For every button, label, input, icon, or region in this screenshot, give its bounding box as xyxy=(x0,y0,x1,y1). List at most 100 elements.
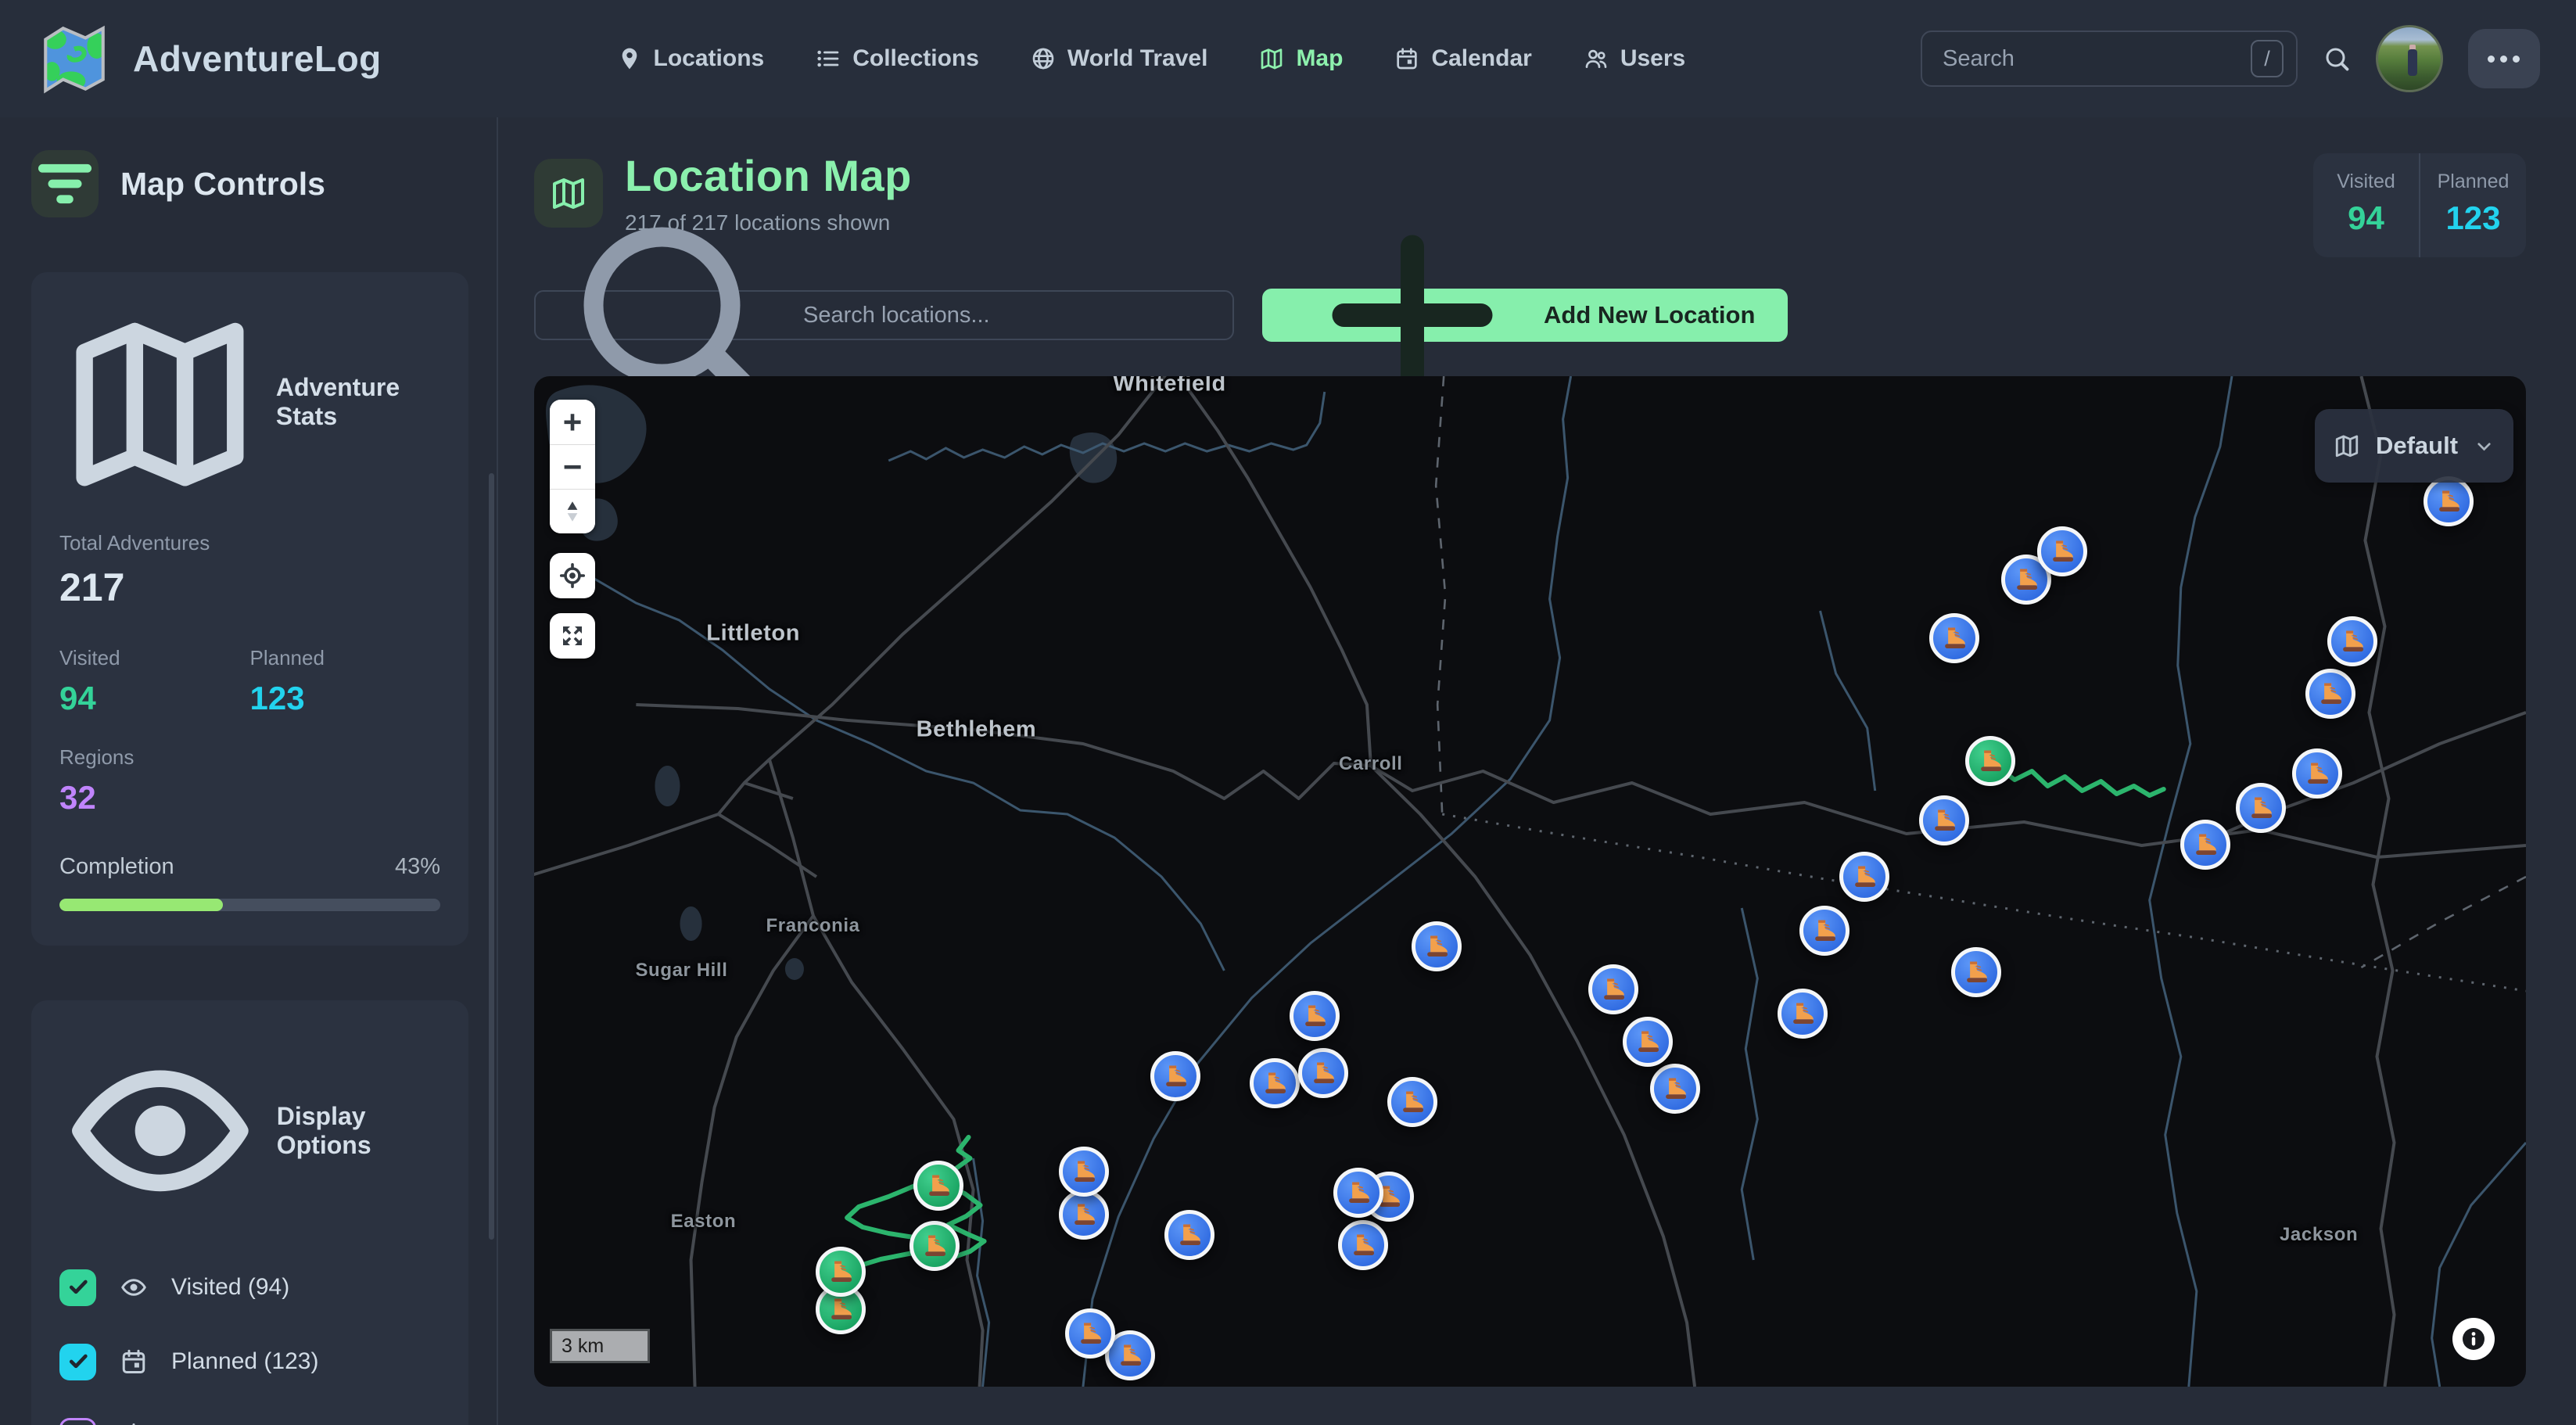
zoom-out-button[interactable]: − xyxy=(550,444,595,489)
main-content: Location Map 217 of 217 locations shown … xyxy=(498,117,2576,1425)
nav-item-world-travel[interactable]: World Travel xyxy=(1031,45,1208,72)
map-marker-planned[interactable] xyxy=(1298,1048,1348,1098)
checkbox-checked[interactable] xyxy=(59,1269,96,1306)
nav-item-collections[interactable]: Collections xyxy=(816,45,979,72)
map-marker-planned[interactable] xyxy=(1412,921,1462,971)
map-zoom-controls: + − xyxy=(550,400,595,533)
calendar-icon xyxy=(1394,46,1419,71)
sidebar: Map Controls Adventure Stats Total Adven… xyxy=(0,117,498,1425)
nav-item-map[interactable]: Map xyxy=(1259,45,1343,72)
location-search-input[interactable] xyxy=(803,303,1214,328)
map-icon xyxy=(59,302,260,503)
hiking-boot-icon xyxy=(1175,1221,1204,1249)
hiking-boot-icon xyxy=(827,1258,855,1286)
global-search-input[interactable] xyxy=(1943,46,2251,72)
zoom-in-button[interactable]: + xyxy=(550,400,595,444)
total-adventures-value: 217 xyxy=(59,565,440,610)
locate-button[interactable] xyxy=(550,553,595,598)
map-marker-planned[interactable] xyxy=(2180,820,2230,870)
hiking-boot-icon xyxy=(1116,1341,1144,1369)
map-marker-planned[interactable] xyxy=(1333,1168,1383,1218)
map-stats-panel: Visited 94 Planned 123 xyxy=(2313,153,2526,257)
global-search[interactable]: / xyxy=(1921,31,2298,87)
chevron-down-icon xyxy=(2474,436,2495,457)
display-options-card: Display Options Visited (94) Planned (123… xyxy=(31,1000,468,1425)
avatar[interactable] xyxy=(2376,25,2443,92)
checkbox-checked[interactable] xyxy=(59,1344,96,1380)
nav-item-users[interactable]: Users xyxy=(1584,45,1685,72)
badge-planned-label: Planned xyxy=(2420,170,2526,193)
map-marker-planned[interactable] xyxy=(1839,852,1889,902)
add-new-location-button[interactable]: Add New Location xyxy=(1262,289,1788,342)
map-marker-planned[interactable] xyxy=(1250,1058,1300,1108)
main-nav: Locations Collections World Travel Map Calen… xyxy=(617,45,1686,72)
more-menu-button[interactable] xyxy=(2468,29,2540,88)
map-marker-planned[interactable] xyxy=(2305,669,2355,719)
stats-title: Adventure Stats xyxy=(276,373,440,431)
list-icon xyxy=(816,46,841,71)
map-marker-planned[interactable] xyxy=(1150,1051,1200,1101)
map-marker-planned[interactable] xyxy=(2327,616,2377,666)
map-marker-planned[interactable] xyxy=(1059,1147,1109,1197)
display-options-title: Display Options xyxy=(277,1102,440,1160)
map-marker-visited[interactable] xyxy=(909,1221,960,1271)
checkbox-unchecked[interactable] xyxy=(59,1418,96,1425)
page-title: Location Map xyxy=(625,150,912,201)
display-option-planned-123[interactable]: Planned (123) xyxy=(59,1344,440,1380)
map-marker-visited[interactable] xyxy=(913,1161,963,1211)
map-marker-planned[interactable] xyxy=(1919,795,1969,845)
display-option-visited-94[interactable]: Visited (94) xyxy=(59,1269,440,1306)
app-brand[interactable]: AdventureLog xyxy=(36,20,382,97)
hiking-boot-icon xyxy=(1634,1028,1662,1056)
top-navbar: AdventureLog Locations Collections World T… xyxy=(0,0,2576,117)
hiking-boot-icon xyxy=(1076,1319,1104,1348)
calendar-icon xyxy=(120,1348,148,1376)
hiking-boot-icon xyxy=(2012,565,2040,594)
hiking-boot-icon xyxy=(2316,680,2345,708)
map-marker-visited[interactable] xyxy=(816,1247,866,1297)
map-marker-planned[interactable] xyxy=(1059,1190,1109,1240)
map-marker-planned[interactable] xyxy=(1387,1077,1437,1127)
planned-label: Planned xyxy=(250,646,441,670)
hiking-boot-icon xyxy=(1344,1179,1372,1207)
map-marker-planned[interactable] xyxy=(1588,964,1638,1014)
nav-item-locations[interactable]: Locations xyxy=(617,45,765,72)
hiking-boot-icon xyxy=(1161,1062,1189,1090)
map-marker-planned[interactable] xyxy=(2292,748,2342,799)
map-marker-planned[interactable] xyxy=(1623,1017,1673,1067)
compass-button[interactable] xyxy=(550,489,595,533)
map-marker-planned[interactable] xyxy=(1951,947,2001,997)
map-marker-planned[interactable] xyxy=(2037,526,2087,576)
map-marker-planned[interactable] xyxy=(2424,476,2474,526)
map-marker-planned[interactable] xyxy=(1778,989,1828,1039)
map-icon xyxy=(1259,46,1284,71)
map-marker-planned[interactable] xyxy=(1338,1220,1388,1270)
map-marker-planned[interactable] xyxy=(2236,783,2286,833)
hiking-boot-icon xyxy=(1976,747,2004,775)
regions-label: Regions xyxy=(59,745,440,770)
map-marker-planned[interactable] xyxy=(1290,991,1340,1041)
completion-progressbar xyxy=(59,899,440,911)
map-layer-selector[interactable]: Default xyxy=(2315,409,2513,483)
hiking-boot-icon xyxy=(2303,759,2331,788)
nav-item-calendar[interactable]: Calendar xyxy=(1394,45,1531,72)
map-marker-planned[interactable] xyxy=(1164,1210,1214,1260)
map-canvas[interactable]: WhitefieldLittletonBethlehemCarrollFranc… xyxy=(534,376,2526,1387)
map-marker-planned[interactable] xyxy=(1650,1064,1700,1114)
regions-value: 32 xyxy=(59,779,440,817)
map-marker-visited[interactable] xyxy=(1965,736,2015,786)
sidebar-scrollbar[interactable] xyxy=(489,473,494,1240)
map-info-button[interactable] xyxy=(2452,1318,2495,1360)
visited-label: Visited xyxy=(59,646,250,670)
search-icon[interactable] xyxy=(2323,45,2351,73)
map-marker-planned[interactable] xyxy=(1799,906,1849,956)
planned-value: 123 xyxy=(250,680,441,717)
display-option-visited-regions-32[interactable]: Visited Regions (32) xyxy=(59,1418,440,1425)
location-search[interactable] xyxy=(534,290,1234,340)
fullscreen-button[interactable] xyxy=(550,613,595,659)
hiking-boot-icon xyxy=(2191,831,2219,859)
hiking-boot-icon xyxy=(1349,1231,1377,1259)
pin-icon xyxy=(617,46,642,71)
map-marker-planned[interactable] xyxy=(1929,613,1979,663)
map-marker-planned[interactable] xyxy=(1065,1308,1115,1359)
